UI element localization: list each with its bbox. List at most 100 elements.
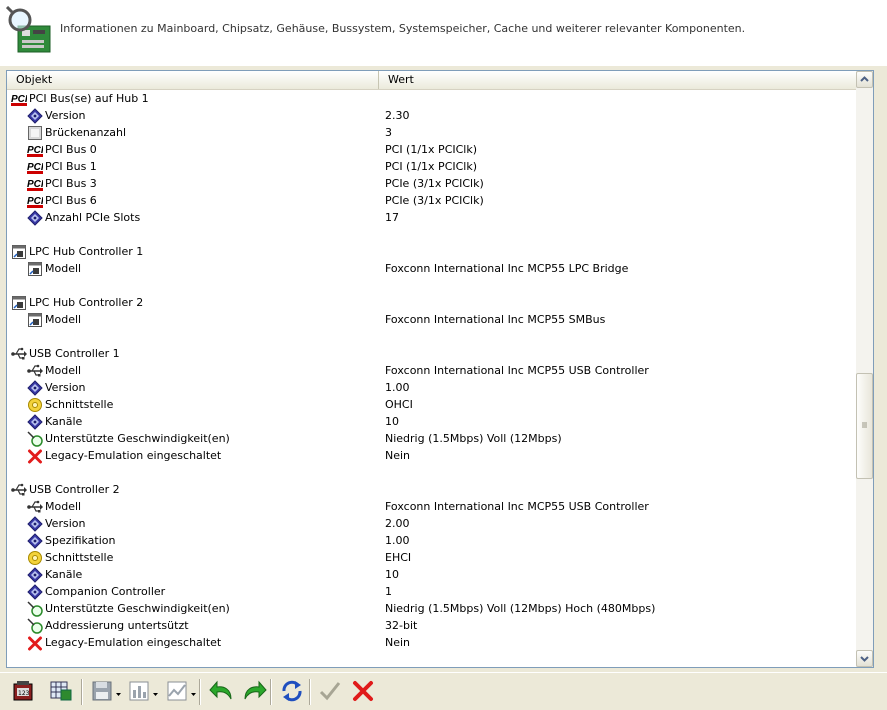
vertical-scrollbar[interactable] [856, 71, 873, 667]
item-label: Schnittstelle [45, 398, 114, 411]
list-item[interactable]: Modell Foxconn International Inc MCP55 US… [7, 362, 856, 379]
item-label: LPC Hub Controller 2 [29, 296, 144, 309]
item-label: Addressierung untertsützt [45, 619, 189, 632]
list-item[interactable]: Anzahl PCIe Slots 17 [7, 209, 856, 226]
hardware-report-button[interactable]: 123 [10, 679, 36, 705]
device-info-list[interactable]: Objekt Wert PCI PCI Bus(se) auf Hub 1 Vers… [6, 70, 874, 668]
list-item[interactable]: Kanäle 10 [7, 413, 856, 430]
item-label: USB Controller 1 [29, 347, 120, 360]
column-header-object[interactable]: Objekt [7, 71, 379, 89]
list-item[interactable]: PCI PCI Bus 0 PCI (1/1x PCIClk) [7, 141, 856, 158]
item-label: Version [45, 517, 86, 530]
item-label: Version [45, 381, 86, 394]
list-item[interactable]: PCI PCI Bus 1 PCI (1/1x PCIClk) [7, 158, 856, 175]
item-value: Foxconn International Inc MCP55 USB Cont… [385, 364, 649, 377]
scroll-thumb[interactable] [856, 373, 873, 479]
refresh-button[interactable] [279, 679, 305, 705]
usb-icon [11, 346, 27, 362]
item-label: PCI Bus(se) auf Hub 1 [29, 92, 149, 105]
dropdown-arrow-icon[interactable] [191, 688, 197, 696]
scroll-down-button[interactable] [856, 650, 873, 667]
list-item[interactable]: Version 1.00 [7, 379, 856, 396]
list-item[interactable]: Unterstützte Geschwindigkeit(en) Niedrig … [7, 600, 856, 617]
list-item[interactable]: LPC Hub Controller 2 [7, 294, 856, 311]
save-button[interactable] [89, 679, 115, 705]
item-label: LPC Hub Controller 1 [29, 245, 144, 258]
chart-button[interactable] [164, 679, 190, 705]
list-item[interactable]: Modell Foxconn International Inc MCP55 US… [7, 498, 856, 515]
toolbar-separator [81, 679, 83, 705]
list-item[interactable]: Addressierung untertsützt 32-bit [7, 617, 856, 634]
list-item[interactable]: Schnittstelle EHCI [7, 549, 856, 566]
list-item[interactable]: Version 2.00 [7, 515, 856, 532]
square-gray-icon [27, 125, 43, 141]
list-item[interactable]: Legacy-Emulation eingeschaltet Nein [7, 447, 856, 464]
list-item[interactable]: Modell Foxconn International Inc MCP55 LP… [7, 260, 856, 277]
cancel-button[interactable] [350, 679, 376, 705]
item-value: 1 [385, 585, 392, 598]
dropdown-arrow-icon[interactable] [153, 688, 159, 696]
item-value: 32-bit [385, 619, 418, 632]
item-object: Kanäle [27, 566, 82, 583]
list-item[interactable]: Brückenanzahl 3 [7, 124, 856, 141]
back-button[interactable] [209, 679, 235, 705]
item-label: Modell [45, 364, 82, 377]
toolbar-separator [309, 679, 311, 705]
item-object: Unterstützte Geschwindigkeit(en) [27, 600, 230, 617]
item-object: Addressierung untertsützt [27, 617, 189, 634]
item-object: PCI PCI Bus 3 [27, 175, 97, 192]
column-header-value[interactable]: Wert [379, 71, 856, 89]
list-item[interactable]: Companion Controller 1 [7, 583, 856, 600]
item-value: 17 [385, 211, 399, 224]
list-item[interactable]: Version 2.30 [7, 107, 856, 124]
list-item[interactable]: Spezifikation 1.00 [7, 532, 856, 549]
undo-arrow-icon [209, 679, 235, 706]
ok-button[interactable] [317, 679, 343, 705]
report-icon [128, 680, 150, 705]
page-description: Informationen zu Mainboard, Chipsatz, Ge… [60, 22, 746, 35]
item-value: EHCI [385, 551, 412, 564]
item-value: Foxconn International Inc MCP55 SMBus [385, 313, 606, 326]
list-item[interactable]: Kanäle 10 [7, 566, 856, 583]
item-object: PCI PCI Bus 6 [27, 192, 97, 209]
item-label: Companion Controller [45, 585, 166, 598]
list-item[interactable]: USB Controller 2 [7, 481, 856, 498]
svg-text:123: 123 [18, 690, 30, 697]
diamond-info-icon [27, 413, 43, 430]
item-label: PCI Bus 6 [45, 194, 97, 207]
diamond-info-icon [27, 209, 43, 226]
list-item[interactable]: USB Controller 1 [7, 345, 856, 362]
item-object: LPC Hub Controller 1 [11, 243, 143, 260]
yellow-disc-icon [27, 397, 43, 413]
forward-button[interactable] [241, 679, 267, 705]
list-item[interactable]: Unterstützte Geschwindigkeit(en) Niedrig … [7, 430, 856, 447]
checkmark-icon [318, 679, 342, 706]
list-item[interactable]: PCI PCI Bus(se) auf Hub 1 [7, 90, 856, 107]
list-item[interactable]: Legacy-Emulation eingeschaltet Nein [7, 634, 856, 651]
list-item[interactable]: Schnittstelle OHCI [7, 396, 856, 413]
item-value: Niedrig (1.5Mbps) Voll (12Mbps) [385, 432, 562, 445]
scroll-up-button[interactable] [856, 71, 873, 88]
item-object: Version [27, 515, 85, 532]
item-object: Modell [27, 260, 81, 277]
item-label: PCI Bus 1 [45, 160, 97, 173]
list-item[interactable]: PCI PCI Bus 6 PCIe (3/1x PCIClk) [7, 192, 856, 209]
item-label: Modell [45, 313, 82, 326]
list-item[interactable]: Modell Foxconn International Inc MCP55 SM… [7, 311, 856, 328]
diamond-info-icon [27, 532, 43, 549]
item-value: 2.00 [385, 517, 410, 530]
item-object: Legacy-Emulation eingeschaltet [27, 447, 221, 464]
report-button[interactable] [126, 679, 152, 705]
usb-icon [27, 499, 43, 515]
window-chip-icon [11, 244, 27, 260]
list-item[interactable]: LPC Hub Controller 1 [7, 243, 856, 260]
item-label: Modell [45, 262, 82, 275]
refresh-icon [280, 679, 304, 706]
list-item[interactable]: PCI PCI Bus 3 PCIe (3/1x PCIClk) [7, 175, 856, 192]
diamond-info-icon [27, 107, 43, 124]
system-info-button[interactable] [48, 679, 74, 705]
dropdown-arrow-icon[interactable] [116, 688, 122, 696]
